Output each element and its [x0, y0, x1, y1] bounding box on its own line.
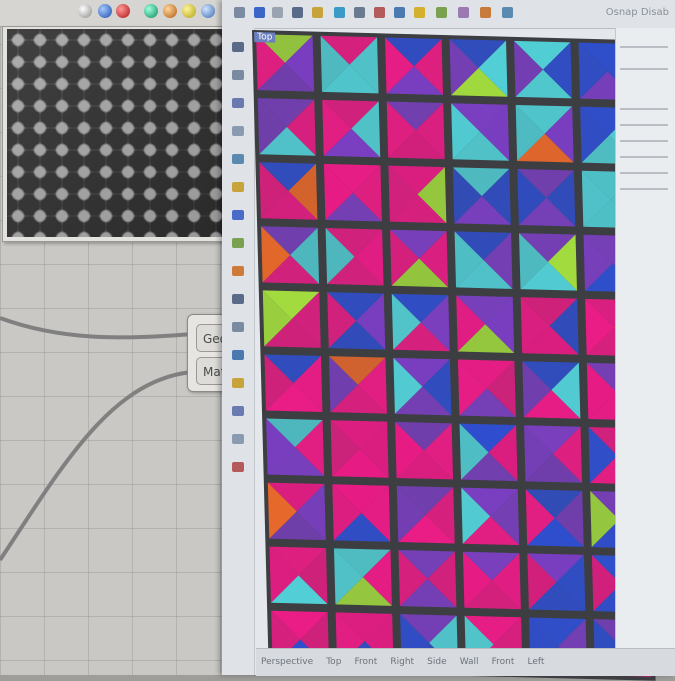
cut-icon[interactable]: [292, 7, 303, 18]
light-bulb-icon[interactable]: [414, 7, 425, 18]
paste-icon[interactable]: [334, 7, 345, 18]
new-file-icon[interactable]: [234, 7, 245, 18]
zoom-icon[interactable]: [394, 7, 405, 18]
copy-icon[interactable]: [312, 7, 323, 18]
panel-row[interactable]: [620, 172, 668, 174]
viewport-tab[interactable]: Front: [355, 657, 378, 667]
viewport-tab[interactable]: Perspective: [261, 657, 313, 667]
viewport-tab[interactable]: Top: [326, 657, 341, 667]
rectangle-icon[interactable]: [232, 238, 244, 248]
top-viewport[interactable]: Top: [252, 30, 656, 681]
viewport-tab[interactable]: Front: [492, 657, 515, 667]
wire-material[interactable]: [0, 370, 193, 562]
triangle-mosaic: [256, 34, 652, 677]
arc-icon[interactable]: [232, 210, 244, 220]
layer-icon[interactable]: [436, 7, 447, 18]
viewport-tab[interactable]: Wall: [460, 657, 479, 667]
rhino-window: Osnap Disab Top Perspective Top Front Ri…: [222, 0, 675, 681]
panel-row[interactable]: [620, 188, 668, 190]
transform-icon[interactable]: [232, 378, 244, 388]
render-icon[interactable]: [458, 7, 469, 18]
rhino-side-toolbar: [222, 28, 255, 675]
line-icon[interactable]: [232, 98, 244, 108]
undo-icon[interactable]: [354, 7, 365, 18]
polygon-icon[interactable]: [232, 266, 244, 276]
status-text: Osnap Disab: [605, 7, 669, 18]
viewport-tab-bar: Perspective Top Front Right Side Wall Fr…: [256, 648, 675, 676]
surface-icon[interactable]: [232, 294, 244, 304]
viewport-tab[interactable]: Left: [528, 657, 545, 667]
boolean-icon[interactable]: [232, 406, 244, 416]
panel-row[interactable]: [620, 108, 668, 110]
panel-row[interactable]: [620, 140, 668, 142]
save-icon[interactable]: [254, 7, 265, 18]
point-icon[interactable]: [232, 70, 244, 80]
circle-icon[interactable]: [232, 182, 244, 192]
material-icon[interactable]: [480, 7, 491, 18]
mesh-icon[interactable]: [232, 350, 244, 360]
viewport-tab[interactable]: Right: [390, 657, 414, 667]
panel-row[interactable]: [620, 46, 668, 48]
wire-geometry[interactable]: [0, 316, 193, 340]
grid-icon[interactable]: [502, 7, 513, 18]
print-icon[interactable]: [272, 7, 283, 18]
viewport-label[interactable]: Top: [254, 32, 276, 43]
hand-pan-icon[interactable]: [374, 7, 385, 18]
viewport-tab[interactable]: Side: [427, 657, 446, 667]
select-icon[interactable]: [232, 42, 244, 52]
panel-row[interactable]: [620, 68, 668, 70]
polyline-icon[interactable]: [232, 126, 244, 136]
properties-panel: [615, 28, 675, 675]
panel-row[interactable]: [620, 156, 668, 158]
dimension-icon[interactable]: [232, 434, 244, 444]
analyze-icon[interactable]: [232, 462, 244, 472]
rhino-main-toolbar: Osnap Disab: [222, 0, 675, 29]
panel-row[interactable]: [620, 124, 668, 126]
solid-icon[interactable]: [232, 322, 244, 332]
curve-icon[interactable]: [232, 154, 244, 164]
